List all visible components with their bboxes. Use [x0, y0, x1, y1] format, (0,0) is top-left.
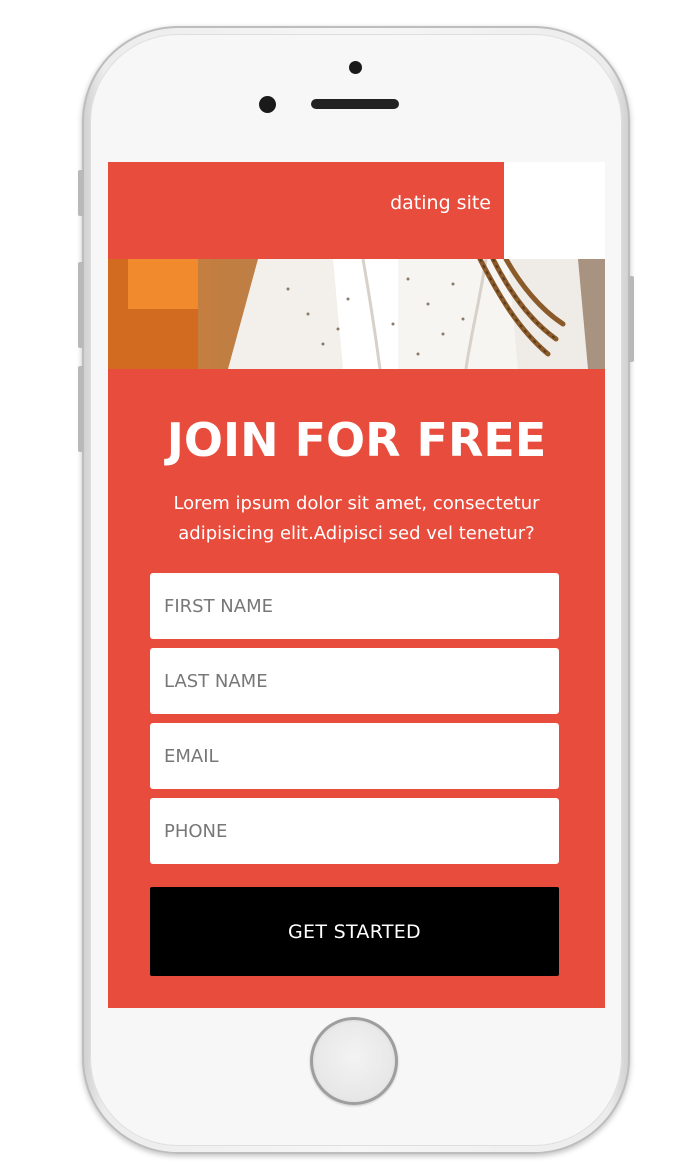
header-logo-area	[504, 162, 605, 259]
signup-description: Lorem ipsum dolor sit amet, consectetur …	[173, 493, 540, 544]
last-name-input[interactable]	[150, 648, 559, 714]
site-name[interactable]: dating site	[390, 192, 491, 214]
volume-up-button	[78, 262, 84, 348]
site-header: dating site	[108, 162, 605, 259]
get-started-button[interactable]: GET STARTED	[150, 887, 559, 976]
silent-switch	[78, 170, 84, 216]
email-input[interactable]	[150, 723, 559, 789]
phone-screen: dating site JOIN FOR FREE Lorem ipsum do…	[108, 162, 605, 1008]
front-camera-icon	[349, 61, 362, 74]
power-button	[628, 276, 634, 362]
first-name-input[interactable]	[150, 573, 559, 639]
volume-down-button	[78, 366, 84, 452]
photo-icon	[108, 259, 605, 369]
page-title: JOIN FOR FREE	[166, 413, 547, 467]
home-button[interactable]	[310, 1017, 398, 1105]
phone-input[interactable]	[150, 798, 559, 864]
signup-section: JOIN FOR FREE Lorem ipsum dolor sit amet…	[108, 369, 605, 1008]
earpiece-speaker	[311, 99, 399, 109]
sensor-icon	[259, 96, 276, 113]
hero-image	[108, 259, 605, 369]
